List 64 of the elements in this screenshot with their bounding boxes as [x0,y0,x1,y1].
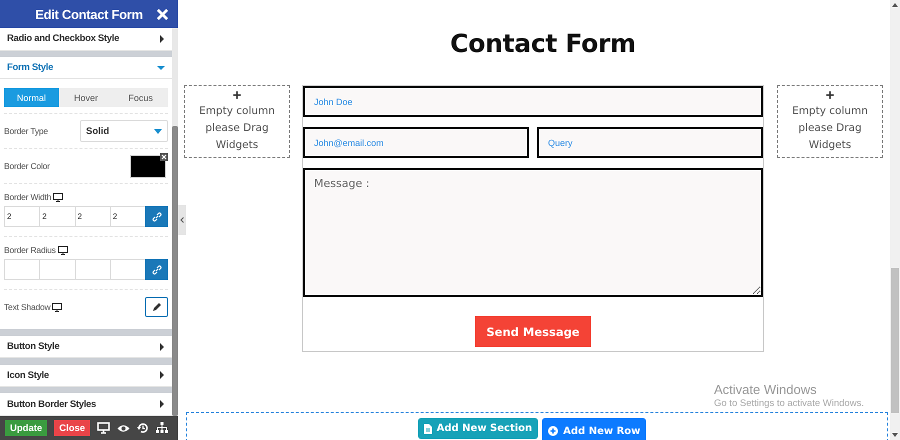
link-icon [152,212,162,222]
link-button[interactable] [145,259,168,280]
watermark-title: Activate Windows [714,382,818,397]
section-header[interactable]: Button Style [0,336,172,358]
link-button[interactable] [145,206,168,228]
name-field[interactable]: John Doe [303,86,763,117]
send-message-button[interactable]: Send Message [475,316,591,347]
desktop-icon[interactable] [53,192,64,202]
panel-title: Edit Contact Form [35,6,143,22]
width-input[interactable]: 2 [39,206,76,228]
width-input[interactable]: 2 [110,206,146,228]
arrow-up-icon [892,3,898,7]
add-row-button[interactable]: Add New Row [542,418,646,440]
edit-button[interactable] [145,297,168,318]
width-input[interactable]: 2 [74,206,111,228]
radius-input[interactable] [110,259,146,280]
scrollbar[interactable] [172,28,178,416]
arrow-down-icon [892,433,898,437]
empty-column[interactable]: + Empty column please Drag Widgets [184,85,290,158]
eye-icon[interactable] [117,424,130,432]
width-input[interactable]: 2 [4,206,40,228]
message-field[interactable]: Message : [303,168,763,297]
field-label: Border Width [4,192,52,202]
field-label: Border Color [4,161,50,172]
query-field[interactable]: Query [537,127,763,158]
radius-input[interactable] [39,259,76,280]
watermark-subtitle: Go to Settings to activate Windows. [714,398,864,409]
close-icon[interactable] [156,8,169,21]
field-label: Text Shadow [4,302,50,312]
radius-input[interactable] [4,259,40,280]
update-button[interactable]: Update [5,420,48,436]
border-type-select[interactable]: Solid [80,120,168,142]
caret-icon [157,64,165,71]
link-icon [152,264,162,275]
chevron-left-icon [180,217,184,223]
desktop-icon[interactable] [58,246,68,255]
plus-sign: + [826,89,834,103]
plus-circle-icon [548,426,558,436]
caret-icon [154,128,162,134]
caret-icon [159,400,165,408]
collapse-handle[interactable] [178,205,186,235]
empty-column-text: Empty column please Drag Widgets [791,104,869,153]
close-button[interactable]: Close [54,420,90,436]
scrollbar[interactable] [890,0,900,440]
field-label: Border Type [4,126,48,136]
empty-column[interactable]: + Empty column please Drag Widgets [777,85,883,158]
plus-sign: + [232,89,242,103]
caret-icon [159,371,165,380]
caret-icon [159,34,165,43]
history-icon[interactable] [137,422,150,434]
caret-icon [159,342,165,350]
field-label: Border Radius [4,245,56,256]
sitemap-icon[interactable] [156,422,168,434]
empty-column-text: Empty column please Drag Widgets [198,104,276,153]
email-field[interactable]: John@email.com [303,127,529,158]
section-header[interactable]: Icon Style [0,364,172,388]
desktop-icon[interactable] [97,422,110,434]
radius-input[interactable] [74,259,111,280]
desktop-icon[interactable] [52,302,62,312]
page-heading: Contact Form [449,29,637,58]
clear-icon[interactable] [160,152,168,161]
color-swatch[interactable] [130,154,166,178]
document-icon [424,424,432,434]
pencil-icon [152,302,162,312]
